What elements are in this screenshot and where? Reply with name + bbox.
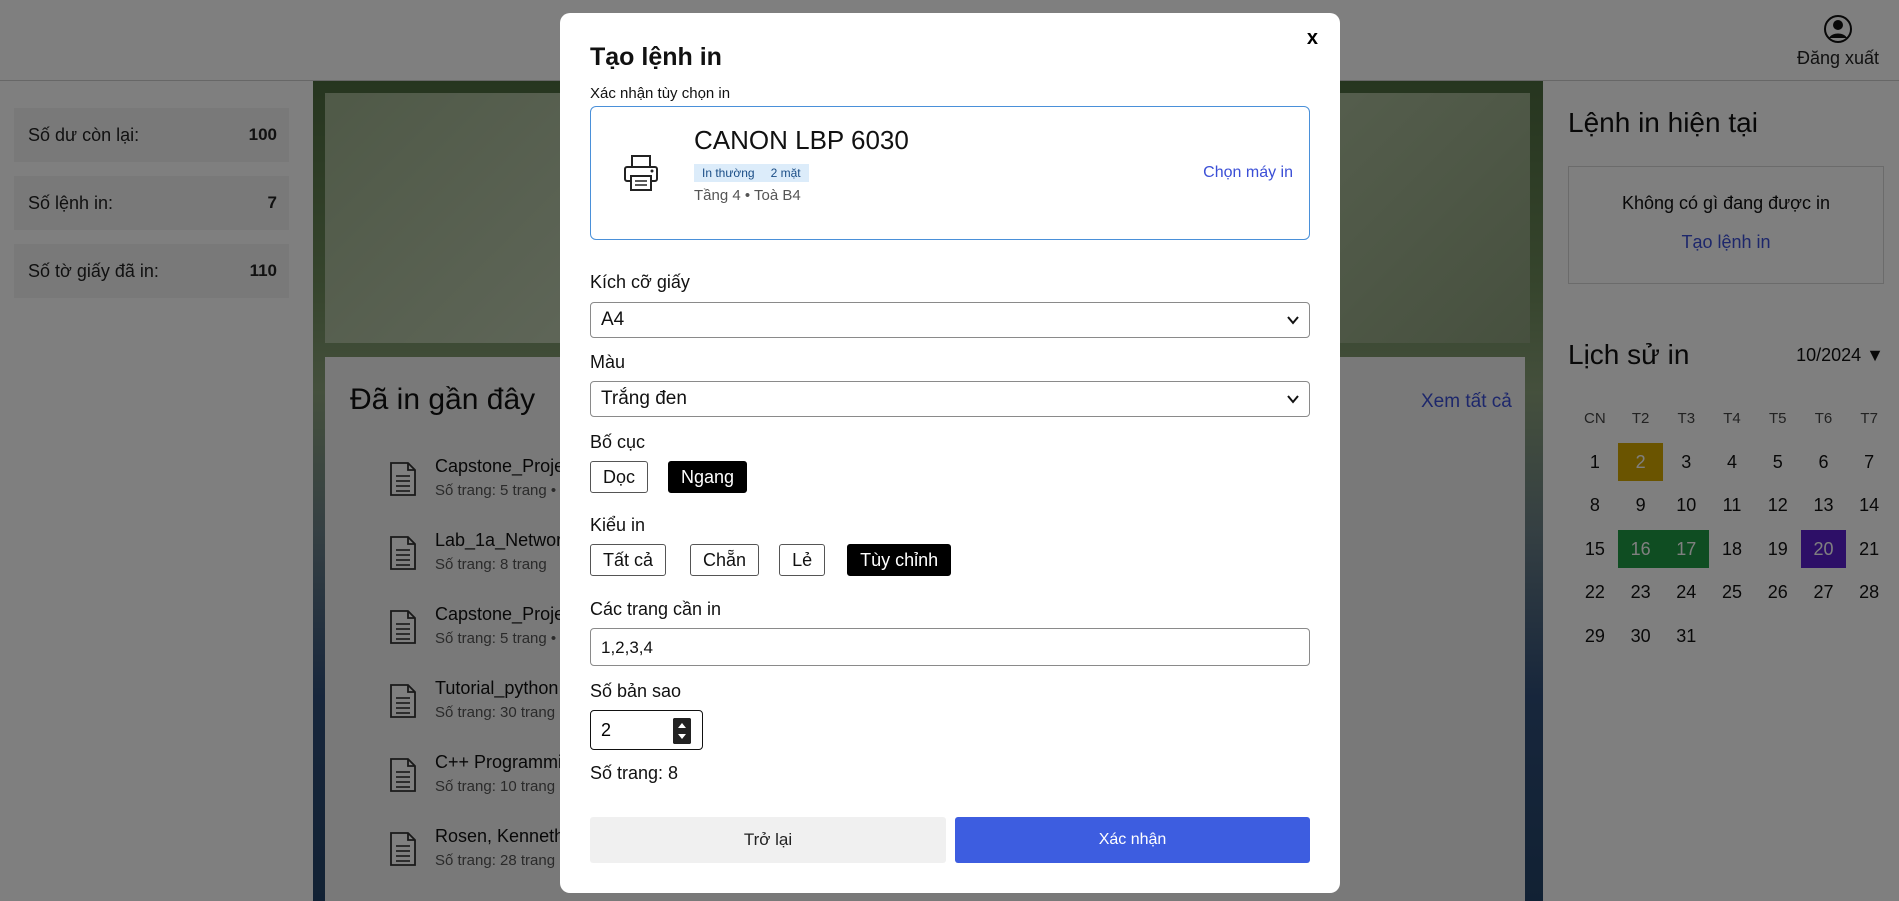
close-button[interactable]: x	[1307, 27, 1318, 50]
pages-input[interactable]: 1,2,3,4	[590, 628, 1310, 666]
select-value: Trắng đen	[601, 388, 687, 409]
print-type-label: Kiểu in	[590, 515, 646, 535]
chevron-down-icon	[1287, 395, 1299, 404]
printer-tags: In thường 2 mặt	[694, 164, 809, 182]
print-all-button[interactable]: Tất cả	[590, 544, 667, 576]
print-even-button[interactable]: Chẵn	[690, 544, 760, 576]
print-job-dialog: x Tạo lệnh in Xác nhận tùy chọn in CANON…	[560, 13, 1340, 893]
printer-card: CANON LBP 6030 In thường 2 mặt Tầng 4 • …	[590, 106, 1310, 240]
color-label: Màu	[590, 352, 626, 372]
choose-printer-link[interactable]: Chọn máy in	[1203, 164, 1293, 182]
dialog-subtitle: Xác nhận tùy chọn in	[590, 85, 731, 102]
printer-name: CANON LBP 6030	[694, 125, 909, 155]
color-select[interactable]: Trắng đen	[590, 381, 1310, 417]
printer-location: Tầng 4 • Toà B4	[694, 187, 801, 204]
select-value: A4	[601, 309, 625, 330]
back-button[interactable]: Trở lại	[590, 817, 946, 863]
layout-options: Dọc Ngang	[590, 461, 767, 493]
layout-label: Bố cục	[590, 432, 646, 452]
copies-label: Số bản sao	[590, 681, 682, 701]
spinner-arrows-icon[interactable]	[673, 718, 691, 744]
printer-icon	[624, 155, 658, 191]
stepper-value: 2	[601, 720, 612, 740]
print-custom-button[interactable]: Tùy chỉnh	[847, 544, 952, 576]
page-count: Số trang: 8	[590, 763, 679, 783]
confirm-button[interactable]: Xác nhận	[955, 817, 1310, 863]
copies-stepper[interactable]: 2	[590, 710, 703, 750]
input-value: 1,2,3,4	[601, 638, 653, 657]
layout-portrait-button[interactable]: Dọc	[590, 461, 649, 493]
chevron-down-icon	[1287, 316, 1299, 325]
pages-label: Các trang cần in	[590, 599, 722, 619]
paper-size-select[interactable]: A4	[590, 302, 1310, 338]
print-odd-button[interactable]: Lẻ	[779, 544, 826, 576]
paper-size-label: Kích cỡ giấy	[590, 272, 690, 292]
printer-tag: In thường	[694, 164, 763, 182]
printer-tag: 2 mặt	[762, 164, 809, 182]
dialog-title: Tạo lệnh in	[590, 43, 722, 71]
print-type-options: Tất cả Chẵn Lẻ Tùy chỉnh	[590, 544, 971, 576]
layout-landscape-button[interactable]: Ngang	[668, 461, 748, 493]
